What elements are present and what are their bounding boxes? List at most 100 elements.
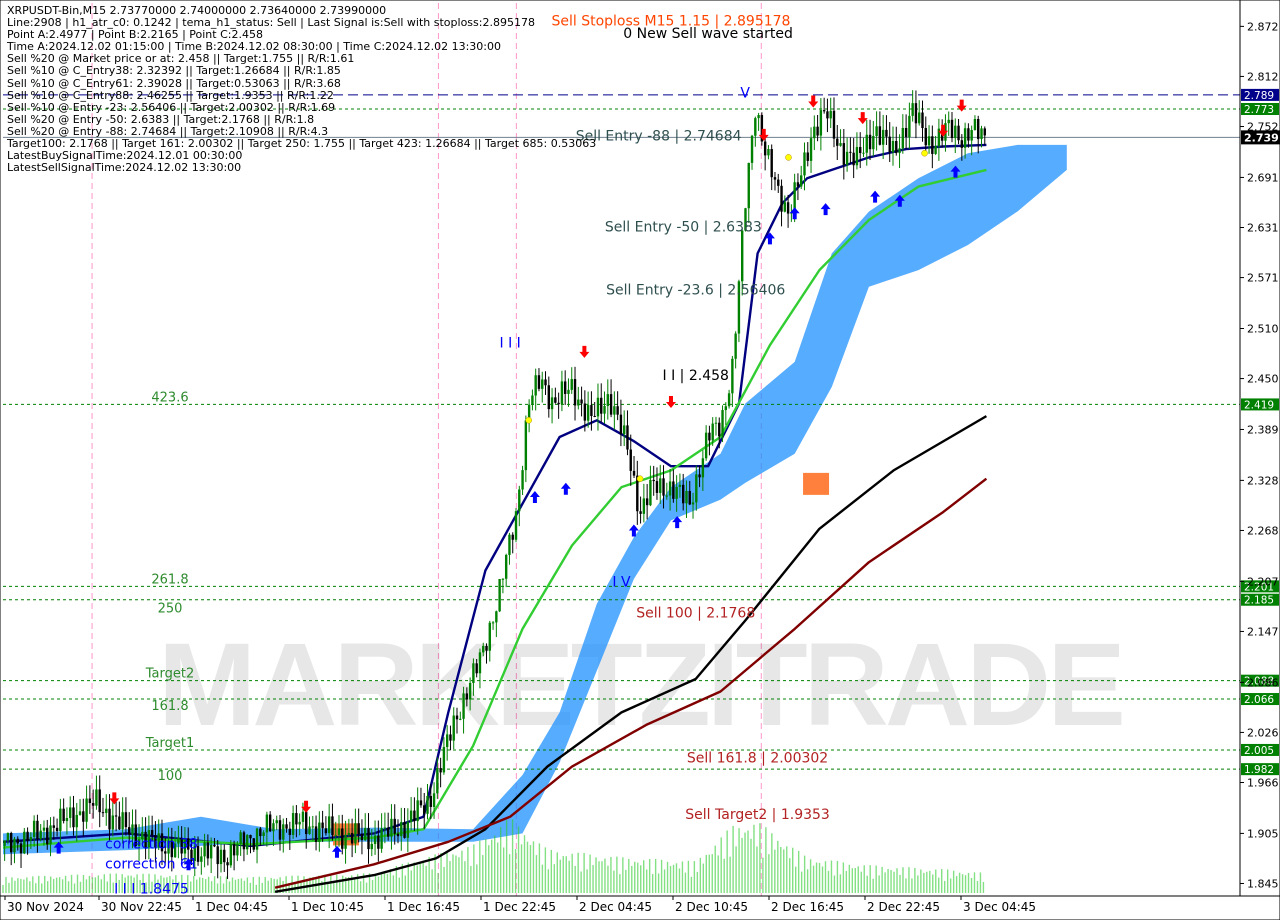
candle-body [468, 682, 472, 700]
candle-body [478, 652, 482, 674]
candle-body [803, 152, 806, 176]
x-tick-label: 1 Dec 22:45 [483, 900, 556, 914]
candle-body [206, 842, 210, 859]
candle-body [114, 815, 118, 817]
candle-body [550, 397, 554, 410]
price-level-tag-text: 1.982 [1244, 764, 1274, 776]
y-tick-label: 2.086 [1247, 676, 1279, 689]
chart-annotation: 0 New Sell wave started [623, 26, 793, 42]
candle-body [727, 393, 731, 407]
candle-body [268, 814, 272, 832]
y-tick-label: 2.328 [1247, 474, 1279, 487]
candle-body [246, 834, 249, 850]
candle-body [213, 844, 216, 847]
candle-body [754, 118, 757, 136]
y-tick-label: 2.207 [1247, 575, 1279, 588]
candle-body [72, 807, 75, 828]
signal-star-icon [785, 154, 792, 161]
candle-body [491, 622, 495, 624]
candle-body [718, 422, 721, 437]
candle-body [350, 832, 354, 844]
candle-body [265, 814, 269, 833]
candle-body [36, 820, 39, 840]
candle-body [49, 825, 52, 845]
price-level-tag-text: 2.185 [1244, 595, 1274, 607]
candle-body [59, 808, 62, 832]
y-tick-label: 1.966 [1247, 776, 1279, 789]
current-price-text: 2.739 [1244, 131, 1279, 144]
candle-body [69, 807, 72, 819]
candle-body [308, 826, 311, 835]
x-tick-label: 2 Dec 16:45 [771, 900, 844, 914]
candle-body [809, 138, 813, 161]
candle-body [652, 479, 655, 482]
price-chart-canvas[interactable]: MARKETZITRADE 423.6 261.8 250 Target2 161.8 T… [0, 0, 1280, 920]
candle-body [344, 834, 347, 849]
x-tick-label: 3 Dec 04:45 [963, 900, 1036, 914]
candle-body [452, 715, 455, 741]
candle-body [508, 534, 511, 555]
y-tick-label: 2.450 [1247, 373, 1279, 386]
candle-body [380, 828, 383, 849]
candle-body [908, 115, 911, 138]
candle-body [865, 134, 868, 153]
candle-body [426, 795, 429, 814]
candle-body [796, 182, 800, 187]
chart-annotation: Sell Entry -50 | 2.6383 [605, 220, 762, 236]
candle-body [341, 828, 344, 849]
candle-body [655, 481, 659, 493]
candle-body [557, 402, 560, 405]
x-tick-label: 1 Dec 10:45 [291, 900, 364, 914]
candle-body [406, 822, 410, 838]
candle-body [898, 148, 901, 154]
candle-body [931, 136, 934, 154]
candle-body [554, 397, 557, 403]
candle-body [291, 813, 295, 835]
x-tick-label: 30 Nov 2024 [7, 900, 84, 914]
candle-body [504, 554, 508, 579]
candle-body [960, 140, 964, 148]
candle-body [436, 768, 439, 794]
signal-star-icon [525, 417, 532, 424]
candle-body [105, 808, 108, 813]
fib-level-label: 261.8 [151, 572, 188, 587]
candle-body [708, 432, 711, 441]
candle-body [849, 151, 852, 153]
candle-body [282, 824, 285, 840]
candle-body [521, 470, 524, 490]
chart-annotation: I I I 1.8475 [114, 881, 189, 897]
candle-body [800, 175, 803, 187]
x-tick-label: 2 Dec 10:45 [675, 900, 748, 914]
price-level-tag-text: 2.789 [1244, 90, 1274, 102]
candle-body [845, 151, 849, 165]
candle-body [927, 136, 931, 146]
y-tick-label: 1.905 [1247, 827, 1279, 840]
chart-annotation: I I I [500, 336, 521, 352]
candle-body [226, 862, 229, 866]
candle-body [42, 827, 46, 831]
chart-annotation: Sell Entry -88 | 2.74684 [576, 129, 742, 145]
candle-body [770, 148, 773, 178]
candle-body [763, 141, 767, 156]
candle-body [826, 111, 829, 119]
candle-body [413, 810, 416, 822]
candle-body [711, 423, 714, 441]
candle-body [318, 822, 321, 842]
candle-body [721, 410, 724, 437]
candle-body [600, 397, 603, 414]
chart-annotation: Sell Entry -23.6 | 2.56406 [606, 282, 785, 298]
y-tick-label: 2.571 [1247, 272, 1279, 285]
candle-body [957, 125, 960, 141]
candle-body [298, 821, 301, 825]
candle-body [334, 834, 337, 836]
candle-body [514, 511, 518, 540]
candle-body [393, 818, 396, 834]
candle-body [95, 789, 98, 806]
candle-body [19, 843, 23, 854]
candle-body [691, 502, 695, 505]
candle-body [980, 128, 983, 140]
candle-body [777, 179, 780, 186]
candle-body [822, 110, 826, 112]
candle-body [659, 478, 662, 493]
fib-level-label: 161.8 [151, 699, 188, 714]
